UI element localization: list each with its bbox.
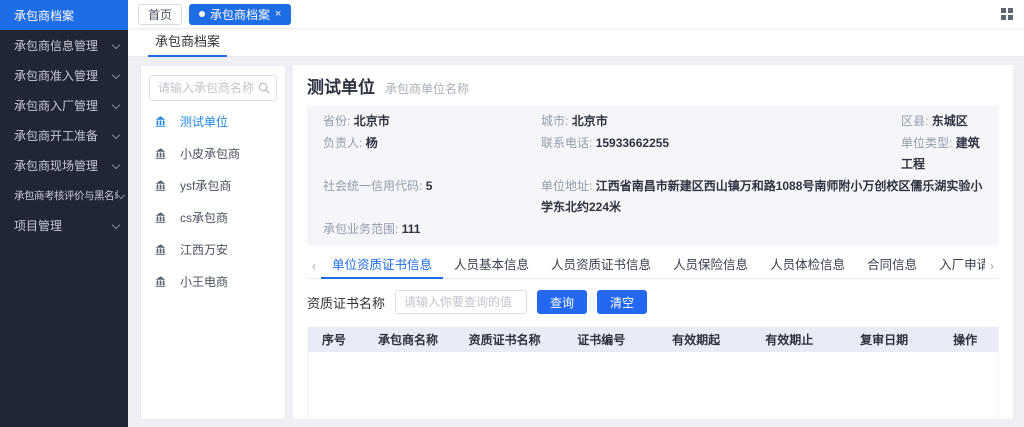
col-valid-to: 有效期止 [743,331,836,348]
top-tab-bar: 首页 承包商档案 × [128,0,1024,28]
page-tab-bar: 承包商档案 [128,28,1024,57]
query-form: 资质证书名称 查询 清空 [307,290,999,314]
tab-label: 首页 [148,6,172,23]
cert-table: 序号 承包商名称 资质证书名称 证书编号 有效期起 有效期止 复审日期 操作 [307,327,999,420]
building-icon [154,147,167,160]
chevron-down-icon [112,221,120,229]
tab-unit-qualification-cert[interactable]: 单位资质证书信息 [321,253,443,279]
chevron-down-icon [112,41,120,49]
sidebar-item-label: 承包商信息管理 [14,37,98,54]
field-company-type: 单位类型: 建筑工程 [901,133,983,176]
page-title: 测试单位 [307,73,375,98]
field-credit-code: 社会统一信用代码: 5 [323,176,541,219]
page-subtitle: 承包商单位名称 [385,80,469,97]
scroll-right-icon[interactable]: › [985,259,999,273]
table-header-row: 序号 承包商名称 资质证书名称 证书编号 有效期起 有效期止 复审日期 操作 [308,327,998,352]
scroll-left-icon[interactable]: ‹ [307,259,321,273]
apps-grid-icon[interactable] [1001,8,1014,21]
col-valid-from: 有效期起 [650,331,743,348]
col-cert-name: 资质证书名称 [456,331,553,348]
sidebar-item-contractor-archive[interactable]: 承包商档案 [0,0,128,30]
company-name: 小皮承包商 [180,145,240,162]
field-person-in-charge: 负责人: 杨 [323,133,541,176]
sidebar: 承包商档案 承包商信息管理 承包商准入管理 承包商入厂管理 承包商开工准备 承包… [0,0,128,427]
field-province: 省份: 北京市 [323,111,541,133]
cert-name-label: 资质证书名称 [307,293,385,312]
contractor-list: 测试单位 小皮承包商 ysf承包商 cs承包商 江西万安 小王电商 [141,105,285,297]
company-name: 小王电商 [180,273,228,290]
tab-personnel-physical-exam[interactable]: 人员体检信息 [759,253,856,279]
building-icon [154,275,167,288]
company-name: 测试单位 [180,113,228,130]
tab-contract-info[interactable]: 合同信息 [856,253,928,279]
col-review-date: 复审日期 [836,331,933,348]
col-index: 序号 [308,331,360,348]
clear-button[interactable]: 清空 [597,290,647,314]
tab-home[interactable]: 首页 [138,4,182,25]
tab-personnel-insurance[interactable]: 人员保险信息 [662,253,759,279]
building-icon [154,243,167,256]
company-name: 江西万安 [180,241,228,258]
company-name: ysf承包商 [180,177,231,194]
sidebar-item-contractor-access-mgmt[interactable]: 承包商准入管理 [0,60,128,90]
field-phone: 联系电话: 15933662255 [541,133,901,176]
detail-tab-strip: ‹ 单位资质证书信息 人员基本信息 人员资质证书信息 人员保险信息 人员体检信息… [307,253,999,279]
list-item-company[interactable]: 小皮承包商 [141,137,285,169]
company-name: cs承包商 [180,209,228,226]
sidebar-item-contractor-evaluation-blacklist[interactable]: 承包商考核评价与黑名单管理 [0,180,128,210]
page-tab-contractor-archive[interactable]: 承包商档案 [148,28,227,57]
building-icon [154,115,167,128]
close-icon[interactable]: × [275,9,281,20]
sidebar-item-contractor-work-prep[interactable]: 承包商开工准备 [0,120,128,150]
tab-label: 承包商档案 [210,6,270,23]
sidebar-item-project-mgmt[interactable]: 项目管理 [0,210,128,240]
sidebar-item-label: 承包商开工准备 [14,127,98,144]
list-item-company[interactable]: 测试单位 [141,105,285,137]
tab-personnel-qualification-cert[interactable]: 人员资质证书信息 [540,253,662,279]
sidebar-item-contractor-info-mgmt[interactable]: 承包商信息管理 [0,30,128,60]
table-empty-body [308,352,998,420]
cert-name-input[interactable] [395,290,527,314]
tab-personnel-basic-info[interactable]: 人员基本信息 [443,253,540,279]
field-business-scope: 承包业务范围: 111 [323,219,541,241]
list-item-company[interactable]: 江西万安 [141,233,285,265]
sidebar-item-label: 承包商现场管理 [14,157,98,174]
sidebar-item-contractor-entry-mgmt[interactable]: 承包商入厂管理 [0,90,128,120]
col-cert-number: 证书编号 [553,331,650,348]
field-address: 单位地址: 江西省南昌市新建区西山镇万和路1088号南师附小万创校区儒乐湖实验小… [541,176,983,219]
chevron-down-icon [112,131,120,139]
field-city: 城市: 北京市 [541,111,901,133]
sidebar-item-label: 承包商入厂管理 [14,97,98,114]
search-icon [258,82,270,94]
list-item-company[interactable]: 小王电商 [141,265,285,297]
chevron-down-icon [112,161,120,169]
chevron-down-icon [112,71,120,79]
contractor-list-panel: 测试单位 小皮承包商 ysf承包商 cs承包商 江西万安 小王电商 [140,65,286,420]
sidebar-item-label: 承包商考核评价与黑名单管理 [14,188,118,203]
col-actions: 操作 [932,331,998,348]
tab-contractor-archive[interactable]: 承包商档案 × [189,4,291,25]
field-district: 区县: 东城区 [901,111,983,133]
chevron-down-icon [117,191,125,199]
col-contractor-name: 承包商名称 [360,331,457,348]
list-item-company[interactable]: cs承包商 [141,201,285,233]
sidebar-item-label: 承包商档案 [14,7,74,24]
tab-entry-application[interactable]: 入厂申请表 [928,253,985,279]
list-item-company[interactable]: ysf承包商 [141,169,285,201]
contractor-detail-panel: 测试单位 承包商单位名称 省份: 北京市 城市: 北京市 区县: 东城区 负责人… [292,64,1014,420]
chevron-down-icon [112,101,120,109]
search-button[interactable]: 查询 [537,290,587,314]
company-info-box: 省份: 北京市 城市: 北京市 区县: 东城区 负责人: 杨 联系电话: 159… [307,106,999,245]
sidebar-item-contractor-site-mgmt[interactable]: 承包商现场管理 [0,150,128,180]
sidebar-item-label: 项目管理 [14,217,62,234]
active-dot-icon [199,11,205,17]
building-icon [154,211,167,224]
sidebar-item-label: 承包商准入管理 [14,67,98,84]
building-icon [154,179,167,192]
